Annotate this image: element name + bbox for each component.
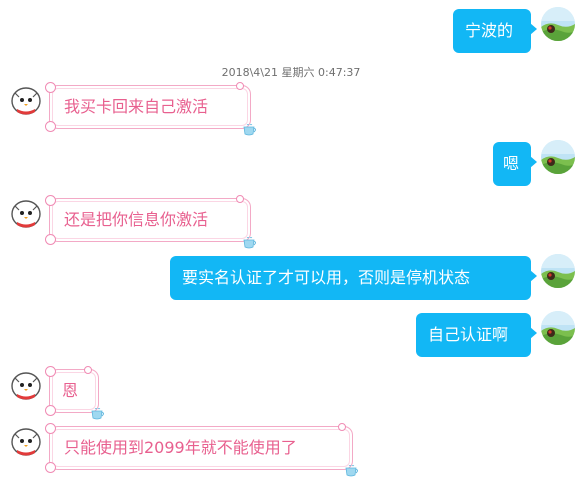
message-bubble-incoming[interactable]: 还是把你信息你激活 <box>45 195 251 242</box>
round-bird-avatar-icon <box>9 197 43 231</box>
contact-avatar[interactable] <box>9 197 43 231</box>
round-bird-avatar-icon <box>9 425 43 459</box>
message-text: 我买卡回来自己激活 <box>64 97 209 116</box>
bubble-curl-decoration <box>236 82 244 90</box>
message-bubble-outgoing[interactable]: 自己认证啊 <box>416 313 537 357</box>
message-bubble-incoming[interactable]: 恩 <box>45 366 99 413</box>
self-avatar[interactable] <box>541 140 575 174</box>
message-text: 要实名认证了才可以用，否则是停机状态 <box>182 268 471 287</box>
message-bubble-incoming[interactable]: 我买卡回来自己激活 <box>45 82 251 129</box>
message-text: 宁波的 <box>465 21 514 40</box>
bubble-curl-decoration <box>45 423 56 434</box>
bubble-curl-decoration <box>45 234 56 245</box>
bubble-curl-decoration <box>45 405 56 416</box>
teacup-icon <box>243 124 257 136</box>
message-text: 自己认证啊 <box>428 325 509 344</box>
message-bubble-outgoing[interactable]: 嗯 <box>493 142 537 186</box>
self-avatar[interactable] <box>541 254 575 288</box>
bubble-curl-decoration <box>45 366 56 377</box>
round-bird-avatar-icon <box>9 84 43 118</box>
bubble-curl-decoration <box>84 366 92 374</box>
self-avatar[interactable] <box>541 7 575 41</box>
bubble-curl-decoration <box>45 195 56 206</box>
bubble-curl-decoration <box>338 423 346 431</box>
self-avatar[interactable] <box>541 311 575 345</box>
round-bird-avatar-icon <box>9 369 43 403</box>
teacup-icon <box>91 408 105 420</box>
landscape-avatar-icon <box>541 254 575 288</box>
message-text: 嗯 <box>503 154 520 173</box>
message-timestamp: 2018\4\21 星期六 0:47:37 <box>221 66 361 79</box>
message-bubble-outgoing[interactable]: 要实名认证了才可以用，否则是停机状态 <box>170 256 537 300</box>
teacup-icon <box>345 465 359 477</box>
teacup-icon <box>243 237 257 249</box>
message-text: 只能使用到2099年就不能使用了 <box>64 438 297 457</box>
bubble-curl-decoration <box>45 121 56 132</box>
landscape-avatar-icon <box>541 311 575 345</box>
contact-avatar[interactable] <box>9 425 43 459</box>
message-bubble-incoming[interactable]: 只能使用到2099年就不能使用了 <box>45 423 353 470</box>
contact-avatar[interactable] <box>9 369 43 403</box>
contact-avatar[interactable] <box>9 84 43 118</box>
message-bubble-outgoing[interactable]: 宁波的 <box>453 9 537 53</box>
landscape-avatar-icon <box>541 140 575 174</box>
bubble-curl-decoration <box>45 462 56 473</box>
bubble-curl-decoration <box>236 195 244 203</box>
landscape-avatar-icon <box>541 7 575 41</box>
bubble-curl-decoration <box>45 82 56 93</box>
chat-window: 宁波的 2018\4\21 星期六 0:47:37 我买卡回来自己激活 嗯 还是… <box>0 0 575 479</box>
message-text: 恩 <box>62 381 79 400</box>
message-text: 还是把你信息你激活 <box>64 210 209 229</box>
